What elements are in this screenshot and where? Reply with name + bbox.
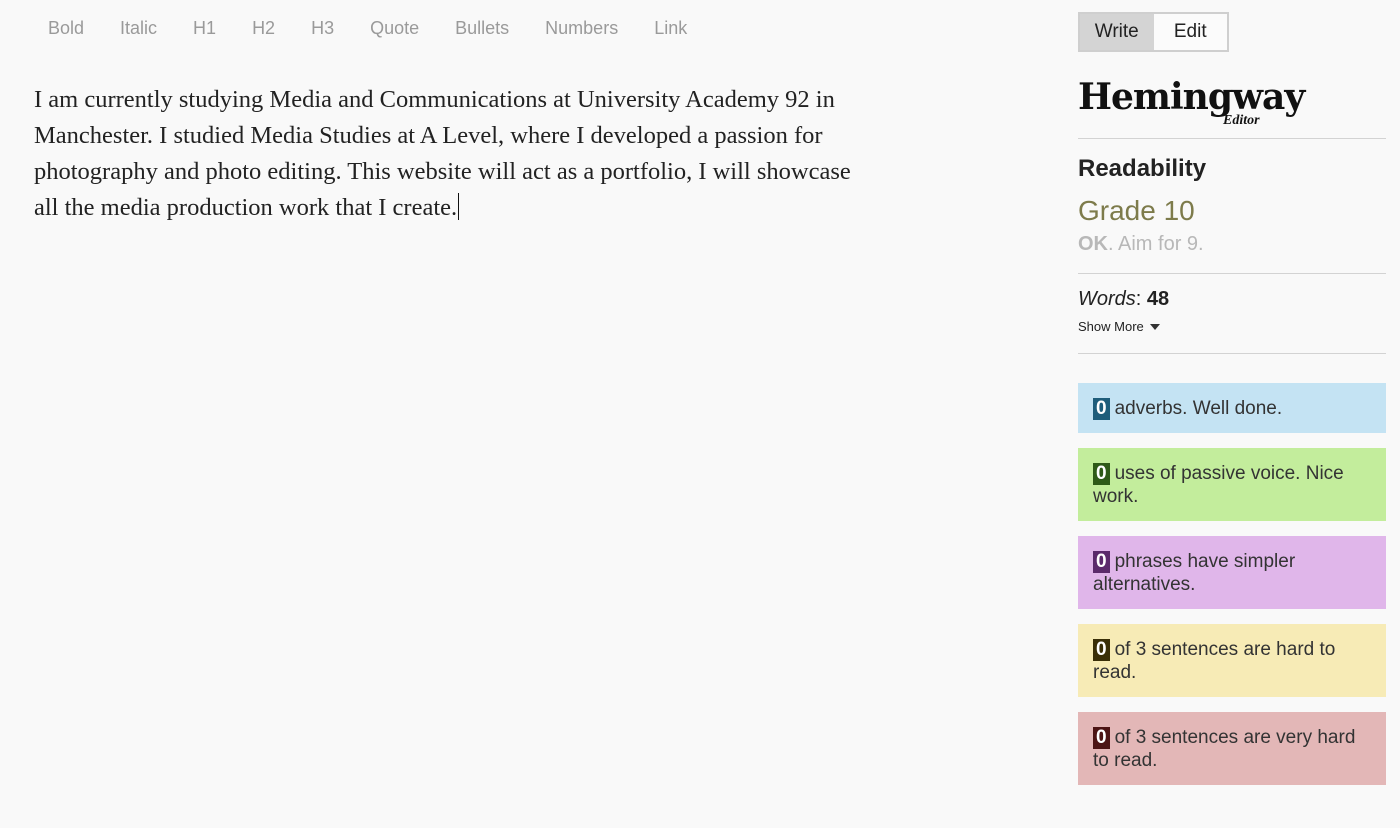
very-hard-text: of 3 sentences are very hard to read. bbox=[1093, 727, 1356, 771]
h2-button[interactable]: H2 bbox=[234, 16, 293, 41]
divider bbox=[1078, 273, 1386, 274]
adverbs-card: 0 adverbs. Well done. bbox=[1078, 383, 1386, 433]
bold-button[interactable]: Bold bbox=[30, 16, 102, 41]
bullets-button[interactable]: Bullets bbox=[437, 16, 527, 41]
hard-text: of 3 sentences are hard to read. bbox=[1093, 639, 1336, 683]
very-hard-sentences-card: 0 of 3 sentences are very hard to read. bbox=[1078, 712, 1386, 785]
caret-down-icon bbox=[1149, 323, 1160, 330]
hard-count-badge: 0 bbox=[1093, 639, 1110, 661]
word-count: Words: 48 bbox=[1078, 288, 1386, 311]
logo-sub-text: Editor bbox=[1223, 113, 1260, 128]
italic-button[interactable]: Italic bbox=[102, 16, 175, 41]
words-count: 48 bbox=[1146, 288, 1170, 310]
show-more-toggle[interactable]: Show More bbox=[1078, 319, 1386, 334]
logo-main-text: Hemingway bbox=[1078, 76, 1305, 118]
words-label: Words bbox=[1078, 288, 1136, 310]
sidebar: Write Edit Hemingway Editor Readability … bbox=[1078, 12, 1386, 800]
edit-mode-button[interactable]: Edit bbox=[1153, 14, 1227, 50]
very-hard-count-badge: 0 bbox=[1093, 727, 1110, 749]
hard-sentences-card: 0 of 3 sentences are hard to read. bbox=[1078, 624, 1386, 697]
simpler-phrases-card: 0 phrases have simpler alternatives. bbox=[1078, 536, 1386, 609]
words-separator: : bbox=[1135, 288, 1142, 310]
editor-text-area[interactable]: I am currently studying Media and Commun… bbox=[34, 82, 864, 226]
mode-toggle: Write Edit bbox=[1078, 12, 1229, 52]
adverbs-text: adverbs. Well done. bbox=[1114, 398, 1283, 419]
format-toolbar: Bold Italic H1 H2 H3 Quote Bullets Numbe… bbox=[30, 16, 705, 41]
passive-voice-card: 0 uses of passive voice. Nice work. bbox=[1078, 448, 1386, 521]
grade-aim: . Aim for 9. bbox=[1108, 233, 1204, 255]
h1-button[interactable]: H1 bbox=[175, 16, 234, 41]
link-button[interactable]: Link bbox=[636, 16, 705, 41]
h3-button[interactable]: H3 bbox=[293, 16, 352, 41]
grade-note: OK. Aim for 9. bbox=[1078, 233, 1386, 256]
passive-count-badge: 0 bbox=[1093, 463, 1110, 485]
feedback-cards: 0 adverbs. Well done. 0 uses of passive vo… bbox=[1078, 383, 1386, 785]
adverbs-count-badge: 0 bbox=[1093, 398, 1110, 420]
quote-button[interactable]: Quote bbox=[352, 16, 437, 41]
passive-text: uses of passive voice. Nice work. bbox=[1093, 463, 1344, 507]
readability-heading: Readability bbox=[1078, 155, 1207, 182]
write-mode-button[interactable]: Write bbox=[1080, 14, 1154, 50]
grade-level: Grade 10 bbox=[1078, 195, 1195, 226]
divider bbox=[1078, 138, 1386, 139]
show-more-label: Show More bbox=[1078, 319, 1144, 334]
text-caret bbox=[458, 193, 460, 220]
grade-ok: OK bbox=[1078, 233, 1108, 255]
phrases-text: phrases have simpler alternatives. bbox=[1093, 551, 1296, 595]
divider bbox=[1078, 353, 1386, 354]
phrases-count-badge: 0 bbox=[1093, 551, 1110, 573]
hemingway-logo: Hemingway Editor bbox=[1078, 76, 1386, 138]
numbers-button[interactable]: Numbers bbox=[527, 16, 636, 41]
editor-text: I am currently studying Media and Commun… bbox=[34, 86, 851, 221]
hemingway-app: Bold Italic H1 H2 H3 Quote Bullets Numbe… bbox=[0, 0, 1400, 828]
